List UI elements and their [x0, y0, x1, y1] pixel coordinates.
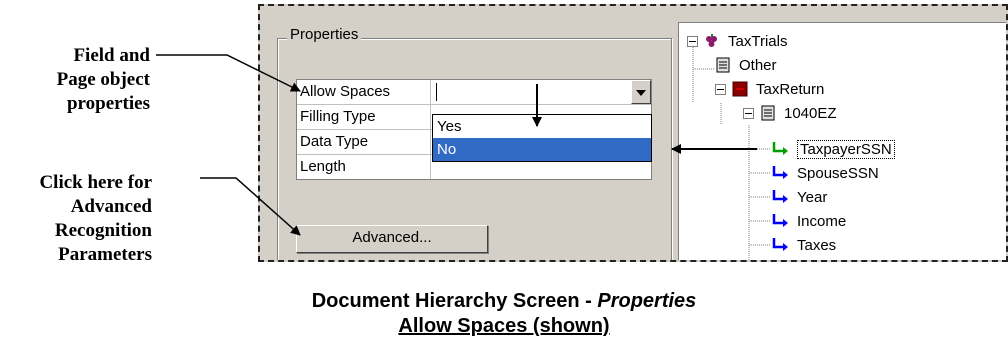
document-tree: TaxTrials Other TaxReturn 1040EZ Taxpaye… — [678, 22, 1006, 260]
tree-node-label: TaxpayerSSN — [797, 139, 895, 159]
annotation-line: Field and — [73, 45, 150, 66]
properties-group-label: Properties — [287, 26, 362, 43]
figure-caption: Document Hierarchy Screen - Properties A… — [0, 289, 1008, 339]
dropdown-option-yes[interactable]: Yes — [433, 115, 651, 138]
tree-node-taxpayerssn[interactable]: TaxpayerSSN — [771, 138, 895, 160]
tree-node-taxtrials[interactable]: TaxTrials — [687, 30, 787, 52]
tree-node-spousessn[interactable]: SpouseSSN — [771, 162, 879, 184]
dropdown-option-no[interactable]: No — [433, 138, 651, 161]
document-hierarchy-screenshot: Properties Allow Spaces Filling Type Dat… — [258, 4, 1008, 262]
property-row-allow-spaces[interactable]: Allow Spaces — [297, 80, 651, 105]
annotation-line: properties — [66, 93, 150, 114]
tree-node-label: Taxes — [797, 236, 837, 254]
tree-node-1040ez[interactable]: 1040EZ — [743, 102, 837, 124]
collapse-icon[interactable] — [715, 83, 726, 95]
caption-italic: Properties — [597, 290, 697, 312]
annotation-line: Recognition — [54, 220, 152, 241]
tree-node-income[interactable]: Income — [771, 210, 846, 232]
tree-node-label: TaxTrials — [728, 32, 788, 50]
folder-icon — [732, 81, 748, 97]
property-name: Filling Type — [297, 105, 431, 129]
tree-node-label: 1040EZ — [784, 104, 837, 122]
annotation-line: Advanced — [70, 196, 152, 217]
allow-spaces-dropdown[interactable] — [431, 80, 651, 104]
tree-node-label: Other — [739, 56, 777, 74]
annotation-line: Parameters — [58, 244, 152, 265]
tree-node-label: Year — [797, 188, 828, 206]
allow-spaces-options-list: Yes No — [432, 114, 652, 162]
collapse-icon[interactable] — [743, 107, 754, 119]
annotation-line: Click here for — [39, 172, 152, 193]
annotation-field-page-properties: Field and Page object properties — [40, 44, 150, 116]
collapse-icon[interactable] — [687, 35, 698, 47]
field-arrow-icon — [772, 190, 788, 203]
text-caret — [436, 83, 437, 101]
field-arrow-icon — [772, 238, 788, 251]
tree-node-other[interactable]: Other — [715, 54, 777, 76]
tree-node-label: TaxReturn — [756, 80, 825, 98]
property-name: Allow Spaces — [297, 80, 431, 104]
page-icon — [761, 105, 775, 121]
field-arrow-icon — [772, 166, 788, 179]
document-icon — [716, 57, 730, 73]
tree-node-label: SpouseSSN — [797, 164, 879, 182]
property-name: Length — [297, 155, 431, 179]
dropdown-button[interactable] — [631, 80, 651, 104]
field-arrow-icon — [772, 214, 788, 227]
caption-prefix: Document Hierarchy Screen - — [311, 290, 598, 312]
tree-node-label: Income — [797, 212, 847, 230]
chevron-down-icon — [636, 90, 646, 96]
annotation-line: Page object — [56, 69, 150, 90]
caption-line-1: Document Hierarchy Screen - Properties — [0, 289, 1008, 314]
grapes-icon — [706, 34, 717, 47]
property-name: Data Type — [297, 130, 431, 154]
caption-line-2: Allow Spaces (shown) — [398, 315, 610, 337]
tree-node-taxreturn[interactable]: TaxReturn — [715, 78, 824, 100]
field-arrow-icon — [772, 142, 788, 155]
annotation-advanced-recognition: Click here for Advanced Recognition Para… — [0, 171, 152, 267]
tree-node-taxes[interactable]: Taxes — [771, 234, 836, 256]
advanced-button[interactable]: Advanced... — [296, 225, 488, 253]
tree-node-year[interactable]: Year — [771, 186, 827, 208]
